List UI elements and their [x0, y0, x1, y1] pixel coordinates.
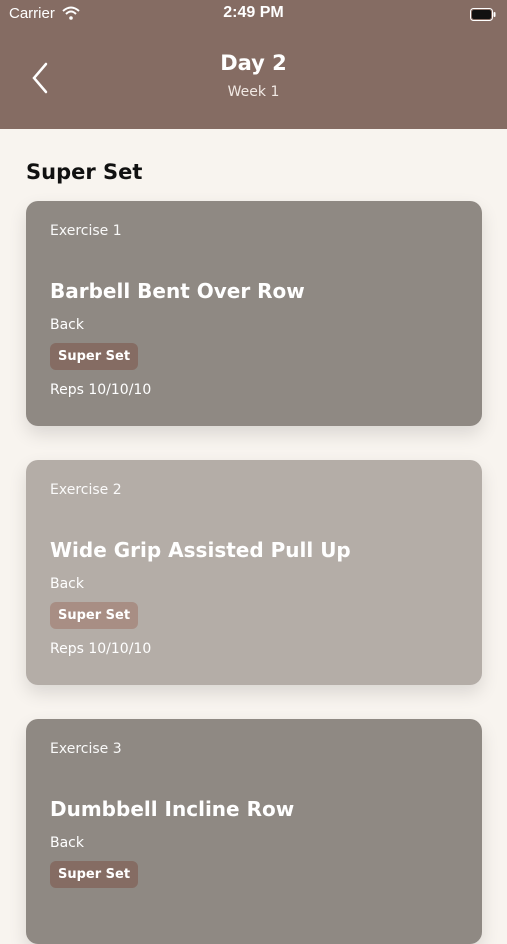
exercise-number: Exercise 1 — [50, 223, 122, 239]
section-title: Super Set — [26, 160, 143, 184]
header-bar: Carrier 2:49 PM Day 2 Week 1 — [0, 0, 507, 129]
page-title: Day 2 — [220, 51, 287, 75]
superset-badge: Super Set — [50, 343, 139, 370]
exercise-card[interactable]: Exercise 3 Dumbbell Incline Row Back Sup… — [26, 719, 482, 944]
exercise-body-part: Back — [50, 317, 84, 333]
exercise-number: Exercise 2 — [50, 482, 122, 498]
exercise-reps: Reps 10/10/10 — [50, 382, 152, 398]
status-time: 2:49 PM — [223, 4, 284, 21]
superset-badge: Super Set — [50, 861, 139, 888]
exercise-number: Exercise 3 — [50, 741, 122, 757]
battery-icon — [470, 8, 496, 21]
exercise-body-part: Back — [50, 835, 84, 851]
page-subtitle: Week 1 — [227, 84, 280, 100]
status-bar: Carrier 2:49 PM — [0, 0, 507, 30]
exercise-name: Dumbbell Incline Row — [50, 797, 295, 821]
exercise-body-part: Back — [50, 576, 84, 592]
exercise-card[interactable]: Exercise 2 Wide Grip Assisted Pull Up Ba… — [26, 460, 482, 685]
exercise-reps: Reps 10/10/10 — [50, 641, 152, 657]
exercise-card[interactable]: Exercise 1 Barbell Bent Over Row Back Su… — [26, 201, 482, 426]
superset-badge: Super Set — [50, 602, 139, 629]
exercise-name: Wide Grip Assisted Pull Up — [50, 538, 351, 562]
exercise-name: Barbell Bent Over Row — [50, 279, 305, 303]
